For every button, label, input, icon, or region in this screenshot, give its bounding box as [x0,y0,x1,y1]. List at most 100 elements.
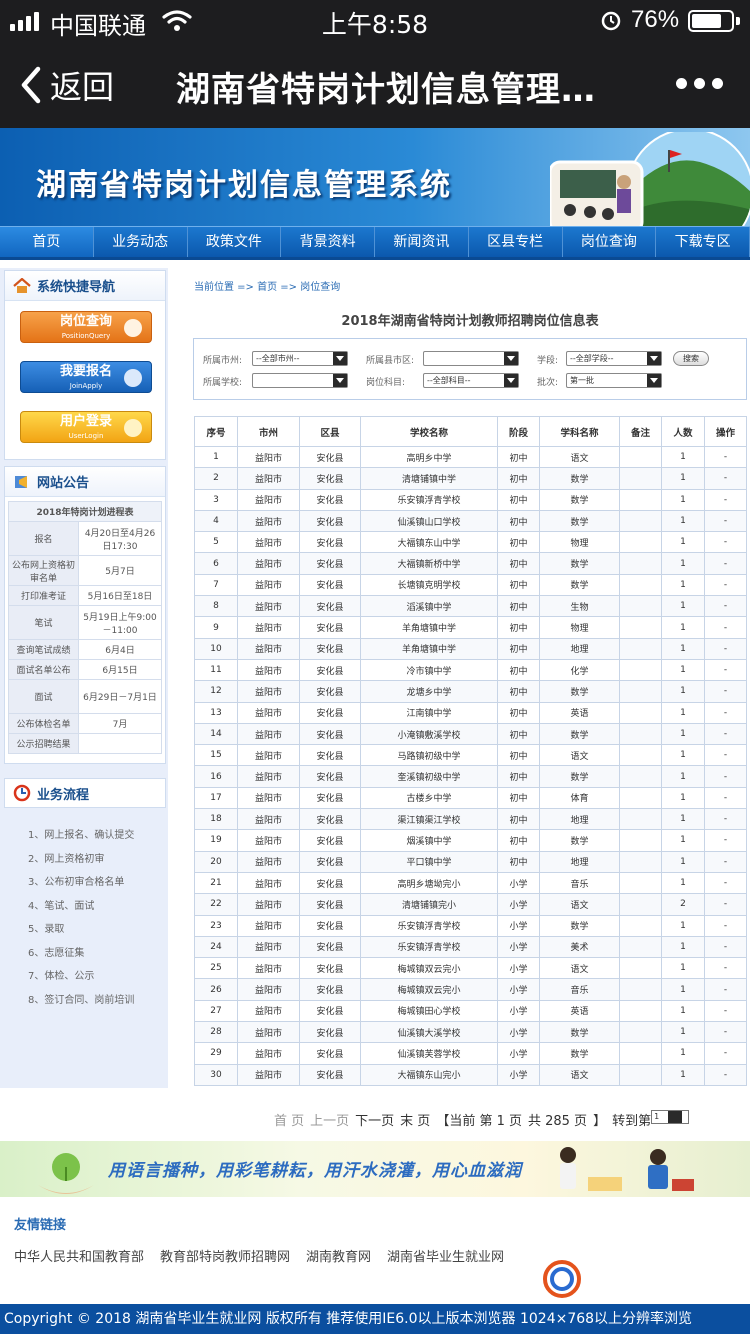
table-cell: 安化县 [299,680,361,703]
table-cell[interactable]: - [704,722,747,746]
join-apply-button[interactable]: 我要报名 JoinApply [20,361,152,393]
table-cell[interactable]: - [704,829,747,852]
table-cell [619,722,662,746]
table-cell[interactable]: - [704,595,747,618]
table-cell: 1 [661,1063,705,1086]
prev-page-link[interactable]: 上一页 [310,1110,349,1129]
table-cell: 安化县 [299,488,361,511]
table-cell[interactable]: - [704,509,747,533]
table-cell[interactable]: - [704,786,747,810]
table-cell: 3 [194,488,238,511]
table-cell: 10 [194,637,238,660]
table-cell: 初中 [497,786,540,810]
next-page-link[interactable]: 下一页 [355,1110,394,1129]
table-cell: 冷市镇中学 [360,658,498,682]
friend-link[interactable]: 湖南教育网 [306,1246,371,1265]
table-cell [619,829,662,852]
table-cell [619,744,662,767]
table-cell: 30 [194,1063,238,1086]
table-cell[interactable]: - [704,935,747,959]
table-cell[interactable]: - [704,871,747,895]
hands-sprout-image [38,1153,94,1194]
table-row: 8 益阳市 安化县 滔溪镇中学 初中 生物 1- [194,595,747,618]
table-row: 21 益阳市 安化县 高明乡塘坳完小 小学 音乐 1- [194,871,747,895]
schedule-date [78,733,162,754]
table-cell [619,573,662,597]
table-cell[interactable]: - [704,531,747,554]
table-cell[interactable]: - [704,616,747,639]
table-cell: 初中 [497,765,540,788]
friend-link[interactable]: 湖南省毕业生就业网 [387,1246,504,1265]
table-cell[interactable]: - [704,765,747,788]
breadcrumb: 当前位置 => 首页 => 岗位查询 [194,282,341,293]
table-cell[interactable]: - [704,957,747,980]
table-cell[interactable]: - [704,658,747,682]
table-cell: 28 [194,1021,238,1044]
table-cell[interactable]: - [704,680,747,703]
user-login-button[interactable]: 用户登录 UserLogin [20,411,152,443]
search-button[interactable]: 搜索 [673,351,709,366]
menu-item[interactable]: 新闻资讯 [375,227,469,257]
menu-item[interactable]: 业务动态 [93,227,188,257]
table-cell[interactable]: - [704,893,747,916]
table-cell: 小学 [497,871,540,895]
table-cell: 大福镇东山中学 [360,531,498,554]
table-cell[interactable]: - [704,850,747,873]
table-cell[interactable]: - [704,1063,747,1086]
schedule-step: 面试名单公布 [8,659,79,680]
table-row: 26 益阳市 安化县 梅城镇双云完小 小学 音乐 1- [194,978,747,1001]
menu-item[interactable]: 首页 [0,227,94,257]
more-menu-button[interactable] [676,78,723,89]
table-cell: 马路镇初级中学 [360,744,498,767]
table-cell: 小学 [497,957,540,980]
table-cell: 16 [194,765,238,788]
stage-select[interactable]: --全部学段-- [566,351,662,366]
table-cell: 23 [194,914,238,937]
city-select[interactable]: --全部市州-- [252,351,348,366]
table-cell[interactable]: - [704,445,747,469]
table-cell[interactable]: - [704,808,747,831]
menu-item[interactable]: 下载专区 [656,227,750,257]
chevron-down-icon [333,374,347,387]
schedule-row: 打印准考证 5月16日至18日 [8,585,162,606]
friend-link[interactable]: 中华人民共和国教育部 [14,1246,144,1265]
position-query-button[interactable]: 岗位查询 PositionQuery [20,311,152,343]
table-cell[interactable]: - [704,701,747,724]
table-cell: 益阳市 [237,978,300,1001]
schedule-step: 笔试 [8,605,79,640]
batch-select[interactable]: 第一批 [566,373,662,388]
schedule-date: 5月7日 [78,555,162,586]
table-cell[interactable]: - [704,914,747,937]
school-select[interactable] [252,373,348,388]
subject-select[interactable]: --全部科目-- [423,373,519,388]
table-cell[interactable]: - [704,1021,747,1044]
table-row: 29 益阳市 安化县 仙溪镇芙蓉学校 小学 数学 1- [194,1042,747,1065]
table-cell: 18 [194,808,238,831]
table-cell[interactable]: - [704,488,747,511]
table-cell[interactable]: - [704,573,747,597]
table-cell [619,978,662,1001]
table-cell[interactable]: - [704,978,747,1001]
back-button[interactable]: 返回 [18,62,114,108]
table-cell[interactable]: - [704,1042,747,1065]
table-cell[interactable]: - [704,744,747,767]
table-cell[interactable]: - [704,552,747,575]
menu-item[interactable]: 政策文件 [187,227,282,257]
table-cell: 安化县 [299,935,361,959]
menu-item[interactable]: 背景资料 [281,227,375,257]
filter-panel: 所属市州: --全部市州-- 所属县市区: 学段: --全部学段-- 搜索 所属… [193,338,747,400]
last-page-link[interactable]: 末 页 [400,1110,430,1129]
table-cell [619,467,662,490]
page-select[interactable]: 1 [651,1110,690,1124]
table-cell: 初中 [497,722,540,746]
table-cell[interactable]: - [704,637,747,660]
menu-item[interactable]: 岗位查询 [562,227,657,257]
first-page-link[interactable]: 首 页 [274,1110,304,1129]
county-select[interactable] [423,351,519,366]
friend-link[interactable]: 教育部特岗教师招聘网 [160,1246,290,1265]
city-label: 所属市州: [203,356,243,366]
table-cell[interactable]: - [704,999,747,1023]
table-cell[interactable]: - [704,467,747,490]
menu-item[interactable]: 区县专栏 [468,227,563,257]
nav-title: 湖南省特岗计划信息管理… [176,70,596,110]
